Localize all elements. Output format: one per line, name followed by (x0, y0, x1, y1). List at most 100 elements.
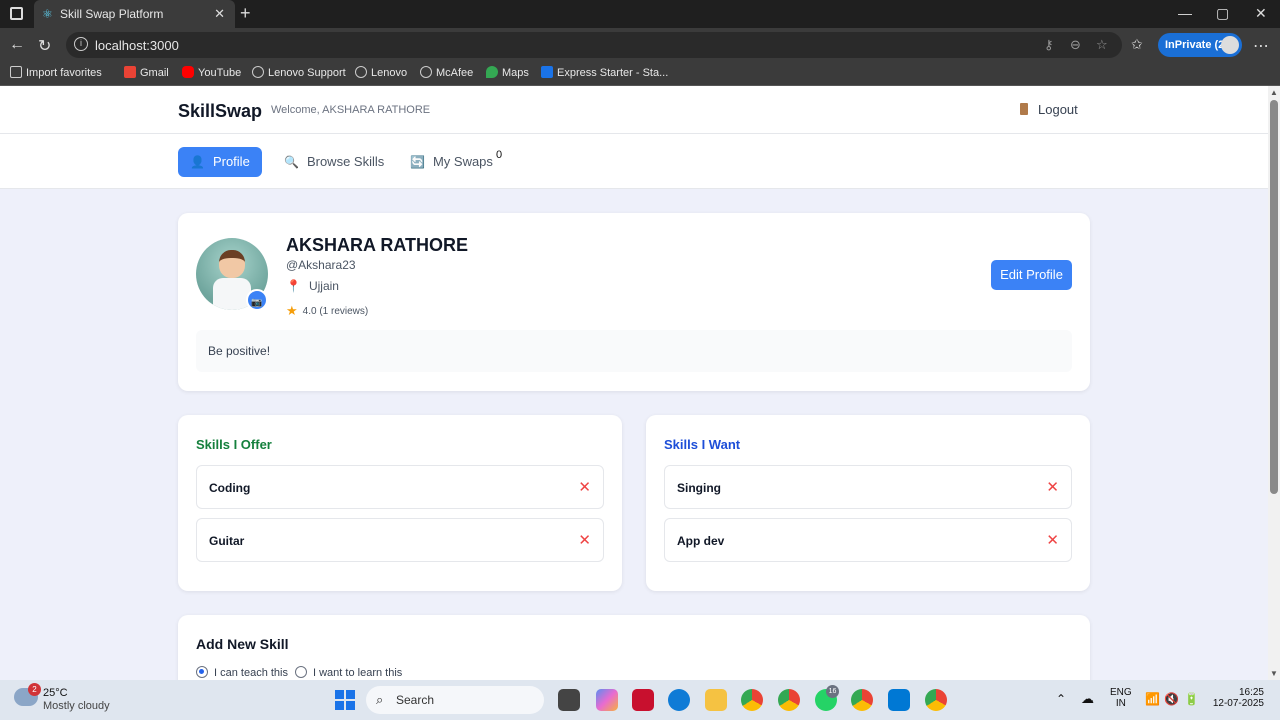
wifi-icon[interactable]: 📶 (1145, 692, 1160, 706)
address-bar[interactable]: i localhost:3000 ⚷ ⊖ ☆ (66, 32, 1122, 58)
copilot-icon[interactable] (596, 689, 618, 711)
onedrive-icon[interactable]: ☁ (1081, 691, 1094, 707)
swap-icon: 🔄 (410, 155, 425, 169)
tab-browse-skills[interactable]: 🔍 Browse Skills (284, 147, 384, 177)
url-text: localhost:3000 (95, 38, 179, 53)
browser-tab-bar: ⚛ Skill Swap Platform ✕ + — ▢ ✕ (0, 0, 1280, 28)
bookmark-import[interactable]: Import favorites (10, 66, 102, 79)
scroll-up-icon[interactable]: ▲ (1270, 88, 1278, 97)
mcafee-icon[interactable] (632, 689, 654, 711)
skill-item: Guitar ✕ (196, 518, 604, 562)
remove-icon[interactable]: ✕ (1046, 531, 1059, 549)
bookmark-express[interactable]: Express Starter - Sta... (541, 66, 668, 79)
clock-date: 12-07-2025 (1212, 698, 1264, 709)
search-icon: 🔍 (284, 155, 299, 169)
door-icon (1020, 103, 1028, 115)
skills-want-card: Skills I Want Singing ✕ App dev ✕ (646, 415, 1090, 591)
close-tab-icon[interactable]: ✕ (214, 6, 225, 22)
favorites-icon[interactable]: ✩ (1131, 36, 1143, 53)
key-icon[interactable]: ⚷ (1044, 37, 1054, 53)
radio-teach[interactable]: I can teach this (196, 666, 288, 679)
bookmark-label: YouTube (198, 67, 242, 79)
clock-time: 16:25 (1238, 687, 1264, 698)
remove-icon[interactable]: ✕ (578, 531, 591, 549)
bookmark-lenovo[interactable]: Lenovo (355, 66, 407, 79)
vscode-icon[interactable] (888, 689, 910, 711)
maximize-icon[interactable]: ▢ (1216, 5, 1229, 22)
chrome-icon[interactable] (741, 689, 763, 711)
bookmark-lenovo-support[interactable]: Lenovo Support (252, 66, 346, 79)
system-clock[interactable]: 16:25 12-07-2025 (1210, 687, 1264, 709)
scroll-down-icon[interactable]: ▼ (1270, 669, 1278, 678)
tab-actions-icon[interactable] (10, 7, 23, 20)
page-content: SkillSwap Welcome, AKSHARA RATHORE Logou… (0, 86, 1268, 680)
brand-logo[interactable]: SkillSwap (178, 101, 262, 122)
edit-profile-button[interactable]: Edit Profile (991, 260, 1072, 290)
profile-bio: Be positive! (196, 330, 1072, 372)
bookmark-label: Express Starter - Sta... (557, 67, 669, 79)
file-explorer-icon[interactable] (705, 689, 727, 711)
star-icon: ★ (286, 303, 298, 318)
swaps-count-badge: 0 (496, 149, 503, 161)
bookmark-label: Maps (502, 67, 529, 79)
user-icon: 👤 (190, 155, 205, 169)
language-code: ENG (1110, 687, 1132, 698)
tab-my-swaps[interactable]: 🔄 My Swaps (410, 147, 493, 177)
bookmark-youtube[interactable]: YouTube (182, 66, 241, 79)
battery-icon[interactable]: 🔋 (1184, 692, 1199, 706)
remove-icon[interactable]: ✕ (578, 478, 591, 496)
skill-label: Singing (677, 481, 721, 495)
rating-text: 4.0 (1 reviews) (302, 306, 369, 317)
back-icon[interactable]: ← (9, 36, 25, 54)
refresh-icon[interactable]: ↻ (38, 36, 51, 56)
skill-item: Coding ✕ (196, 465, 604, 509)
radio-label: I want to learn this (313, 667, 403, 679)
logout-label: Logout (1038, 102, 1078, 117)
windows-start-icon[interactable] (335, 690, 355, 710)
add-skill-card: Add New Skill I can teach this I want to… (178, 615, 1090, 680)
bookmark-mcafee[interactable]: McAfee (420, 66, 473, 79)
task-view-icon[interactable] (558, 689, 580, 711)
skills-offer-card: Skills I Offer Coding ✕ Guitar ✕ (178, 415, 622, 591)
bookmark-label: Gmail (140, 67, 169, 79)
camera-icon[interactable]: 📷 (246, 289, 268, 311)
scroll-thumb[interactable] (1270, 100, 1278, 494)
zoom-icon[interactable]: ⊖ (1070, 37, 1081, 53)
browser-tab[interactable]: ⚛ Skill Swap Platform ✕ (34, 0, 235, 28)
more-menu-icon[interactable]: ⋯ (1253, 36, 1269, 56)
inprivate-button[interactable]: InPrivate (2) (1158, 33, 1242, 57)
info-icon[interactable]: i (74, 37, 88, 51)
taskbar-search[interactable]: ⌕ Search (366, 686, 544, 714)
react-icon: ⚛ (42, 7, 53, 21)
page-scrollbar[interactable]: ▲ ▼ (1268, 86, 1280, 680)
remove-icon[interactable]: ✕ (1046, 478, 1059, 496)
weather-condition: Mostly cloudy (43, 700, 110, 712)
minimize-icon[interactable]: — (1178, 5, 1192, 21)
skills-offer-title: Skills I Offer (196, 437, 272, 452)
language-indicator[interactable]: ENG IN (1110, 687, 1132, 709)
favorite-star-icon[interactable]: ☆ (1096, 37, 1108, 53)
search-icon: ⌕ (376, 692, 384, 707)
chrome-profile-icon[interactable] (925, 689, 947, 711)
skill-item: App dev ✕ (664, 518, 1072, 562)
youtube-icon (182, 66, 194, 78)
radio-selected-icon (196, 666, 208, 678)
speaker-muted-icon[interactable]: 🔇 (1164, 692, 1179, 706)
bookmark-gmail[interactable]: Gmail (124, 66, 169, 79)
gmail-icon (124, 66, 136, 78)
new-tab-icon[interactable]: + (240, 3, 251, 24)
radio-learn[interactable]: I want to learn this (295, 666, 402, 679)
windows-taskbar: 2 25°C Mostly cloudy ⌕ Search 16 ⌃ ☁ ENG… (0, 680, 1280, 720)
radio-label: I can teach this (214, 667, 288, 679)
chrome-profile-icon[interactable] (778, 689, 800, 711)
close-window-icon[interactable]: ✕ (1255, 5, 1267, 22)
chrome-profile-icon[interactable] (851, 689, 873, 711)
avatar-face (219, 250, 245, 278)
chevron-up-icon[interactable]: ⌃ (1056, 692, 1066, 706)
globe-icon (420, 66, 432, 78)
logout-button[interactable]: Logout (1020, 102, 1078, 117)
tab-label: Browse Skills (306, 154, 385, 169)
bookmark-maps[interactable]: Maps (486, 66, 529, 79)
edge-icon[interactable] (668, 689, 690, 711)
tab-profile[interactable]: 👤 Profile (178, 147, 262, 177)
